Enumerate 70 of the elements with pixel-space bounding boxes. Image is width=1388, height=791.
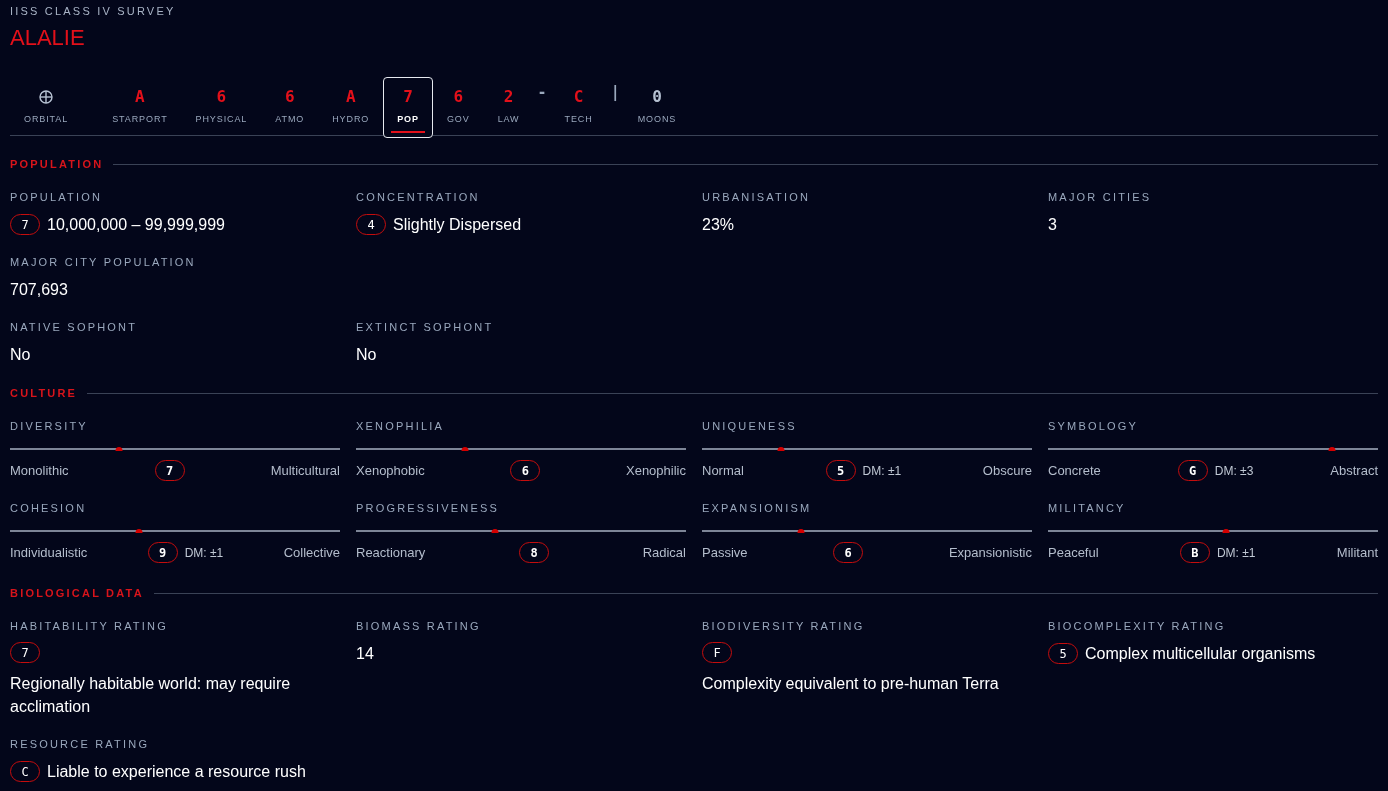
- scale-max-label: Radical: [642, 544, 686, 561]
- section-title: BIOLOGICAL DATA: [10, 586, 144, 600]
- field-value: 3: [1048, 215, 1057, 235]
- profile-tab[interactable]: 0 MOONS: [623, 77, 691, 138]
- field-label: MAJOR CITIES: [1048, 190, 1153, 204]
- field-label: DIVERSITY: [10, 419, 89, 433]
- dm-modifier: DM: ±1: [184, 544, 224, 561]
- field-label: BIOCOMPLEXITY RATING: [1048, 619, 1227, 633]
- scale-max-label: Abstract: [1330, 462, 1378, 479]
- field-value: Complexity equivalent to pre-human Terra: [702, 674, 999, 694]
- profile-tab[interactable]: 6 PHYSICAL: [181, 77, 262, 138]
- field-label: MILITANCY: [1048, 501, 1127, 515]
- scale-min-label: Passive: [702, 544, 748, 561]
- section-title: POPULATION: [10, 157, 104, 171]
- field-value: 10,000,000 – 99,999,999: [47, 215, 225, 235]
- field-label: XENOPHILIA: [356, 419, 446, 433]
- field-label: SYMBOLOGY: [1048, 419, 1140, 433]
- scale-min-label: Xenophobic: [356, 462, 425, 479]
- field-value: No: [356, 345, 377, 365]
- scale-min-label: Concrete: [1048, 462, 1101, 479]
- field-value: Regionally habitable world: may require acclimation: [10, 674, 292, 717]
- scale-max-label: Multicultural: [270, 462, 340, 479]
- field-label: HABITABILITY RATING: [10, 619, 169, 633]
- field-value: Liable to experience a resource rush: [47, 762, 306, 782]
- scale-min-label: Reactionary: [356, 544, 426, 561]
- field-label: RESOURCE RATING: [10, 737, 151, 751]
- field-label: PROGRESSIVENESS: [356, 501, 501, 515]
- profile-tab[interactable]: C TECH: [550, 77, 607, 138]
- scale-min-label: Individualistic: [10, 544, 88, 561]
- survey-subtitle: IISS CLASS IV SURVEY: [10, 4, 177, 19]
- scale-max-label: Expansionistic: [948, 544, 1032, 561]
- profile-tab[interactable]: A STARPORT: [98, 77, 182, 138]
- dm-modifier: DM: ±1: [862, 462, 902, 479]
- code-separator: |: [609, 82, 621, 102]
- scale-min-label: Normal: [702, 462, 744, 479]
- field-label: BIOMASS RATING: [356, 619, 482, 633]
- scale-max-label: Xenophilic: [626, 462, 686, 479]
- profile-tab[interactable]: 6 GOV: [432, 77, 484, 138]
- field-label: POPULATION: [10, 190, 104, 204]
- code-separator: -: [536, 82, 548, 102]
- field-value: Complex multicellular organisms: [1085, 644, 1316, 664]
- world-name: ALALIE: [10, 24, 86, 52]
- field-value: 707,693: [10, 280, 68, 300]
- field-label: EXTINCT SOPHONT: [356, 320, 495, 334]
- scale-min-label: Peaceful: [1048, 544, 1099, 561]
- field-label: COHESION: [10, 501, 88, 515]
- dm-modifier: DM: ±3: [1214, 462, 1254, 479]
- dm-modifier: DM: ±1: [1216, 544, 1256, 561]
- field-label: MAJOR CITY POPULATION: [10, 255, 197, 269]
- field-value: 14: [356, 644, 374, 664]
- profile-tab[interactable]: A HYDRO: [318, 77, 384, 138]
- field-value: No: [10, 345, 31, 365]
- field-value: Slightly Dispersed: [393, 215, 522, 235]
- scale-min-label: Monolithic: [10, 462, 69, 479]
- section-title: CULTURE: [10, 386, 78, 400]
- scale-max-label: Militant: [1336, 544, 1378, 561]
- profile-tab[interactable]: 2 LAW: [483, 77, 534, 138]
- profile-tab[interactable]: 6 ATMO: [261, 77, 319, 138]
- globe-icon: [39, 90, 54, 104]
- scale-max-label: Collective: [283, 544, 340, 561]
- field-label: CONCENTRATION: [356, 190, 481, 204]
- profile-tab[interactable]: ORBITAL: [10, 77, 83, 138]
- field-label: NATIVE SOPHONT: [10, 320, 139, 334]
- field-label: UNIQUENESS: [702, 419, 798, 433]
- scale-max-label: Obscure: [982, 462, 1032, 479]
- field-label: URBANISATION: [702, 190, 812, 204]
- field-value: 23%: [702, 215, 735, 235]
- field-label: BIODIVERSITY RATING: [702, 619, 866, 633]
- field-label: EXPANSIONISM: [702, 501, 813, 515]
- profile-tab[interactable]: 7 POP: [383, 77, 433, 138]
